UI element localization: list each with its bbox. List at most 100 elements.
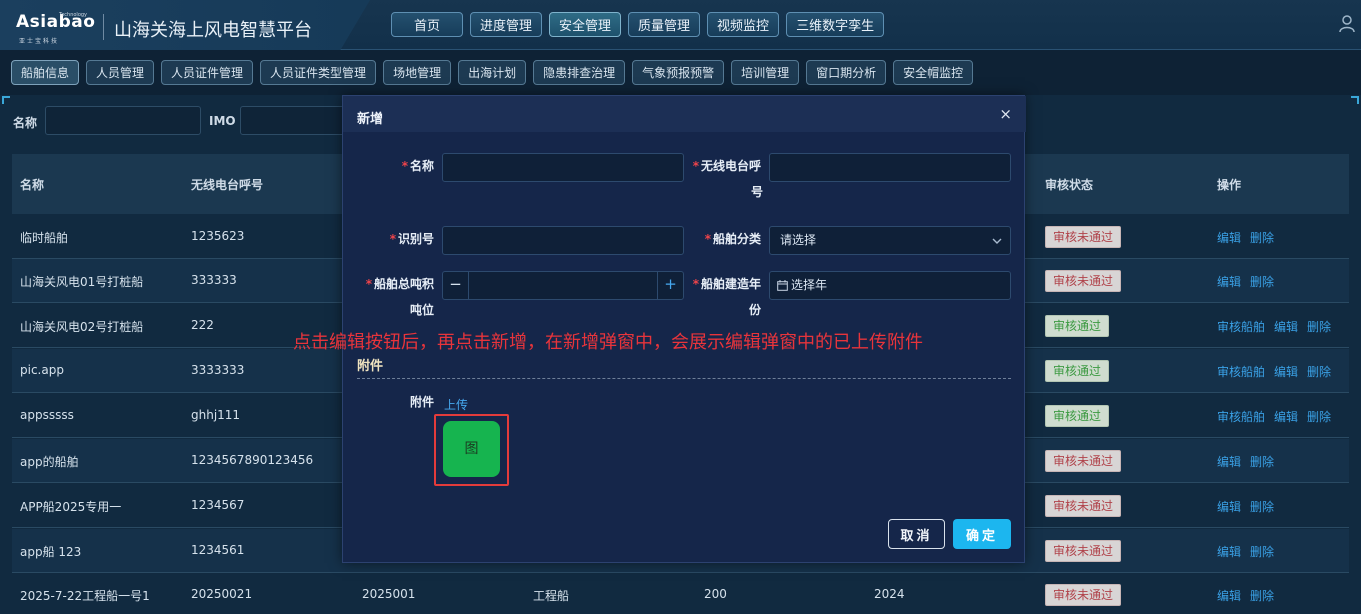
cell-build-year: 2024 [874,587,905,601]
edit-link[interactable]: 编辑 [1217,229,1241,246]
callsign-label: * 无线电台呼号 [692,159,763,199]
subnav-sea-plan[interactable]: 出海计划 [458,60,527,85]
status-badge: 审核未通过 [1045,495,1122,517]
delete-link[interactable]: 删除 [1250,543,1274,560]
upload-link[interactable]: 上传 [444,396,468,413]
delete-link[interactable]: 删除 [1250,587,1274,604]
subnav-certificates[interactable]: 人员证件管理 [161,60,254,85]
app-title: 山海关海上风电智慧平台 [114,20,312,41]
section-divider [357,378,1011,379]
subnav-training[interactable]: 培训管理 [731,60,800,85]
review-ship-link[interactable]: 审核船舶 [1217,318,1265,335]
edit-link[interactable]: 编辑 [1274,318,1298,335]
tonnage-stepper[interactable]: − + [442,271,684,300]
cell-callsign: ghhj111 [191,408,241,422]
edit-link[interactable]: 编辑 [1217,273,1241,290]
filter-imo-input[interactable] [240,106,350,135]
panel-corner [1351,96,1359,104]
delete-link[interactable]: 删除 [1307,318,1331,335]
build-year-picker[interactable]: 选择年 [769,271,1011,300]
id-no-label: * 识别号 [389,232,434,246]
minus-button[interactable]: − [443,271,469,300]
status-badge: 审核未通过 [1045,540,1122,562]
nav-video[interactable]: 视频监控 [707,12,780,37]
edit-link[interactable]: 编辑 [1217,453,1241,470]
cancel-button[interactable]: 取消 [888,519,945,549]
subnav-window-analysis[interactable]: 窗口期分析 [806,60,887,85]
delete-link[interactable]: 删除 [1307,408,1331,425]
user-icon[interactable] [1339,15,1355,33]
subnav-helmet-monitor[interactable]: 安全帽监控 [893,60,974,85]
status-badge: 审核通过 [1045,360,1110,382]
attachment-thumbnail[interactable]: 图 [443,421,500,477]
filter-imo-label: IMO [209,114,236,128]
plus-button[interactable]: + [657,271,683,300]
subnav-weather[interactable]: 气象预报预警 [632,60,725,85]
cell-callsign: 3333333 [191,363,245,377]
calendar-icon [777,280,788,291]
attachment-label: 附件 [409,395,434,409]
cell-name: pic.app [20,363,64,377]
cell-callsign: 1234561 [191,543,245,557]
status-badge: 审核未通过 [1045,270,1122,292]
cell-callsign: 1235623 [191,229,245,243]
col-name: 名称 [20,178,45,192]
col-callsign: 无线电台呼号 [191,178,264,192]
delete-link[interactable]: 删除 [1250,273,1274,290]
confirm-button[interactable]: 确定 [953,519,1011,549]
cell-callsign: 333333 [191,273,237,287]
close-icon[interactable]: × [999,105,1012,123]
delete-link[interactable]: 删除 [1250,453,1274,470]
cell-callsign: 1234567 [191,498,245,512]
cell-name: 山海关风电01号打桩船 [20,275,144,289]
delete-link[interactable]: 删除 [1250,229,1274,246]
category-label: * 船舶分类 [704,232,761,246]
name-label: * 名称 [401,159,434,173]
status-badge: 审核未通过 [1045,584,1122,606]
category-select[interactable]: 请选择 [769,226,1011,255]
delete-link[interactable]: 删除 [1250,498,1274,515]
status-badge: 审核未通过 [1045,226,1122,248]
edit-link[interactable]: 编辑 [1274,363,1298,380]
edit-link[interactable]: 编辑 [1217,543,1241,560]
cell-callsign: 1234567890123456 [191,453,314,467]
cell-name: 临时船舶 [20,231,69,245]
nav-home[interactable]: 首页 [391,12,463,37]
cell-id-no: 2025001 [362,587,416,601]
nav-quality[interactable]: 质量管理 [628,12,701,37]
annotation-note: 点击编辑按钮后，再点击新增，在新增弹窗中，会展示编辑弹窗中的已上传附件 [293,332,923,353]
build-year-label: * 船舶建造年份 [692,277,761,317]
cell-tonnage: 200 [704,587,727,601]
cell-name: appsssss [20,408,74,422]
brand-divider [103,14,104,40]
edit-link[interactable]: 编辑 [1217,498,1241,515]
callsign-input[interactable] [769,153,1011,182]
subnav-personnel[interactable]: 人员管理 [86,60,155,85]
app-header: Asiabao Technology 亚士宝科技 山海关海上风电智慧平台 首页 … [0,0,1361,50]
subnav-sites[interactable]: 场地管理 [383,60,452,85]
id-no-input[interactable] [442,226,684,255]
nav-digital-twin[interactable]: 三维数字孪生 [786,12,885,37]
logo-sup: Technology [59,12,88,18]
chevron-down-icon [992,238,1002,244]
subnav-certificate-types[interactable]: 人员证件类型管理 [260,60,377,85]
review-ship-link[interactable]: 审核船舶 [1217,363,1265,380]
cell-callsign: 20250021 [191,587,253,601]
nav-safety[interactable]: 安全管理 [549,12,622,37]
subnav-ship-info[interactable]: 船舶信息 [11,60,80,85]
top-nav: 首页 进度管理 安全管理 质量管理 视频监控 三维数字孪生 [391,12,885,37]
status-badge: 审核未通过 [1045,450,1122,472]
name-input[interactable] [442,153,684,182]
cell-name: APP船2025专用一 [20,500,122,514]
panel-corner [2,96,10,104]
cell-name: app的船舶 [20,455,79,469]
filter-name-input[interactable] [45,106,201,135]
edit-link[interactable]: 编辑 [1274,408,1298,425]
edit-link[interactable]: 编辑 [1217,587,1241,604]
dialog-header: 新增 × [343,96,1026,132]
delete-link[interactable]: 删除 [1307,363,1331,380]
subnav-hazards[interactable]: 隐患排查治理 [533,60,626,85]
review-ship-link[interactable]: 审核船舶 [1217,408,1265,425]
nav-progress[interactable]: 进度管理 [470,12,543,37]
filter-name-label: 名称 [13,116,38,130]
